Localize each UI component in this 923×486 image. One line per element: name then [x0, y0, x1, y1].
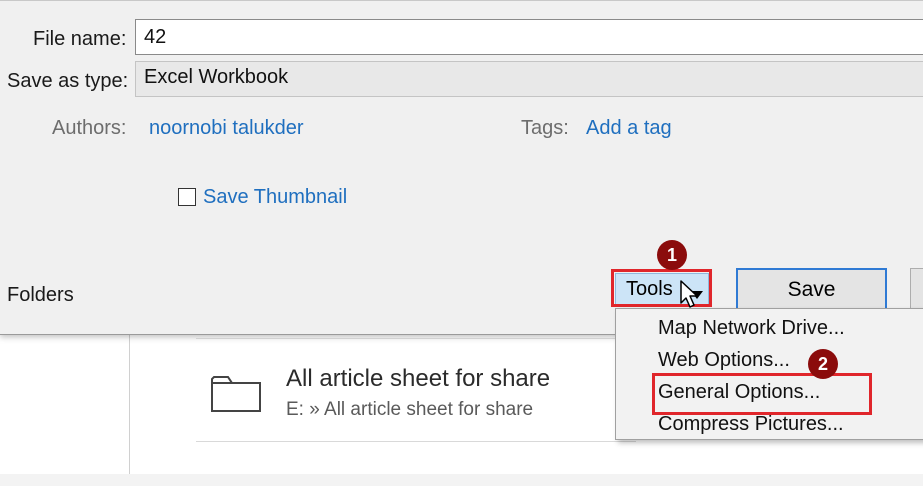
- save-thumbnail-checkbox[interactable]: [178, 188, 196, 206]
- authors-link[interactable]: noornobi talukder: [149, 117, 304, 140]
- add-tag-link[interactable]: Add a tag: [586, 117, 672, 140]
- menu-item-compress-pictures[interactable]: Compress Pictures...: [658, 413, 844, 436]
- save-button[interactable]: Save: [736, 268, 887, 313]
- tools-button[interactable]: Tools: [615, 273, 709, 305]
- save-as-dialog: File name: Save as type: Excel Workbook …: [0, 0, 923, 335]
- folder-path: E: » All article sheet for share: [286, 399, 534, 420]
- folder-icon: [210, 371, 262, 418]
- step-badge-1: 1: [657, 240, 687, 270]
- tags-label: Tags:: [521, 117, 569, 139]
- tools-button-label: Tools: [626, 278, 673, 300]
- menu-item-general-options[interactable]: General Options...: [658, 381, 820, 404]
- authors-label: Authors:: [52, 117, 127, 139]
- tools-dropdown-menu: Map Network Drive... Web Options... Gene…: [615, 308, 923, 440]
- cancel-button[interactable]: [910, 268, 923, 313]
- menu-item-web-options[interactable]: Web Options...: [658, 349, 790, 372]
- file-name-label: File name:: [33, 28, 127, 50]
- save-thumbnail-label[interactable]: Save Thumbnail: [203, 186, 347, 209]
- backstage-left-panel: [0, 334, 130, 474]
- file-name-input[interactable]: [135, 19, 923, 55]
- save-as-type-select[interactable]: Excel Workbook: [135, 61, 923, 97]
- folders-toggle[interactable]: Folders: [7, 284, 74, 307]
- step-badge-2: 2: [808, 349, 838, 379]
- folder-title: All article sheet for share: [286, 365, 551, 392]
- menu-item-map-network-drive[interactable]: Map Network Drive...: [658, 317, 845, 340]
- save-as-type-label: Save as type:: [7, 70, 129, 92]
- recent-folder-item[interactable]: All article sheet for share E: » All art…: [196, 338, 636, 442]
- backstage-bottom-strip: [0, 474, 923, 486]
- dropdown-arrow-icon: [691, 286, 703, 304]
